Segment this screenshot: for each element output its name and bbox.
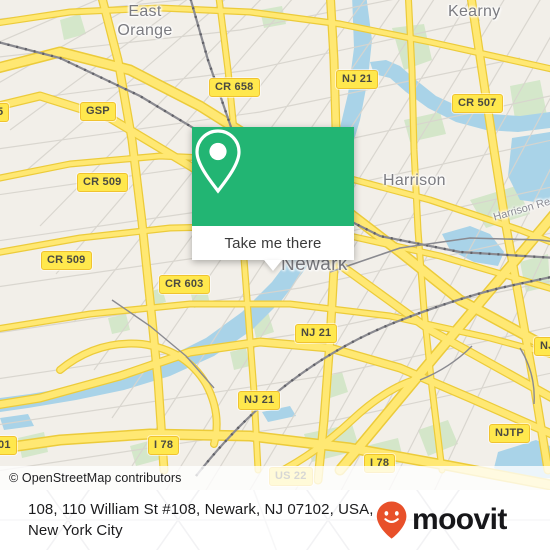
road-shield-01[interactable]: 01 xyxy=(0,436,17,455)
road-shield-gsp[interactable]: GSP xyxy=(80,102,116,121)
attribution-text: © OpenStreetMap contributors xyxy=(9,471,182,485)
address-text: 108, 110 William St #108, Newark, NJ 071… xyxy=(28,501,374,539)
moovit-logo[interactable]: moovit xyxy=(375,500,507,540)
take-me-there-button[interactable]: Take me there xyxy=(192,226,354,260)
moovit-smiley-pin-icon xyxy=(376,501,407,539)
popup-card-tail xyxy=(264,260,282,271)
road-shield-nj-21-north[interactable]: NJ 21 xyxy=(336,70,379,89)
road-shield-cr-509-upper[interactable]: CR 509 xyxy=(77,173,128,192)
road-shield-nj-21-south[interactable]: NJ 21 xyxy=(238,391,281,410)
location-popup-card[interactable]: Take me there xyxy=(192,127,354,271)
road-shield-cr-507[interactable]: CR 507 xyxy=(452,94,503,113)
moovit-wordmark: moovit xyxy=(412,503,507,536)
road-shield-cr-658[interactable]: CR 658 xyxy=(209,78,260,97)
road-shield-5[interactable]: 5 xyxy=(0,103,10,122)
road-shield-njtp-upper[interactable]: NJTP xyxy=(534,337,550,356)
take-me-there-label: Take me there xyxy=(224,234,322,252)
road-shield-njtp-lower[interactable]: NJTP xyxy=(489,424,530,443)
road-shield-i-78-left[interactable]: I 78 xyxy=(148,436,180,455)
map-pin-icon xyxy=(195,129,241,194)
address-bar: 108, 110 William St #108, Newark, NJ 071… xyxy=(0,490,550,550)
map-canvas[interactable]: East Orange Kearny Harrison Newark Harri… xyxy=(0,0,550,490)
road-shield-nj-21-mid[interactable]: NJ 21 xyxy=(295,324,338,343)
map-attribution[interactable]: © OpenStreetMap contributors xyxy=(0,466,550,490)
popup-card-header xyxy=(192,127,354,226)
road-shield-cr-509-lower[interactable]: CR 509 xyxy=(41,251,92,270)
moovit-map-screen: East Orange Kearny Harrison Newark Harri… xyxy=(0,0,550,550)
road-shield-cr-603[interactable]: CR 603 xyxy=(159,275,210,294)
